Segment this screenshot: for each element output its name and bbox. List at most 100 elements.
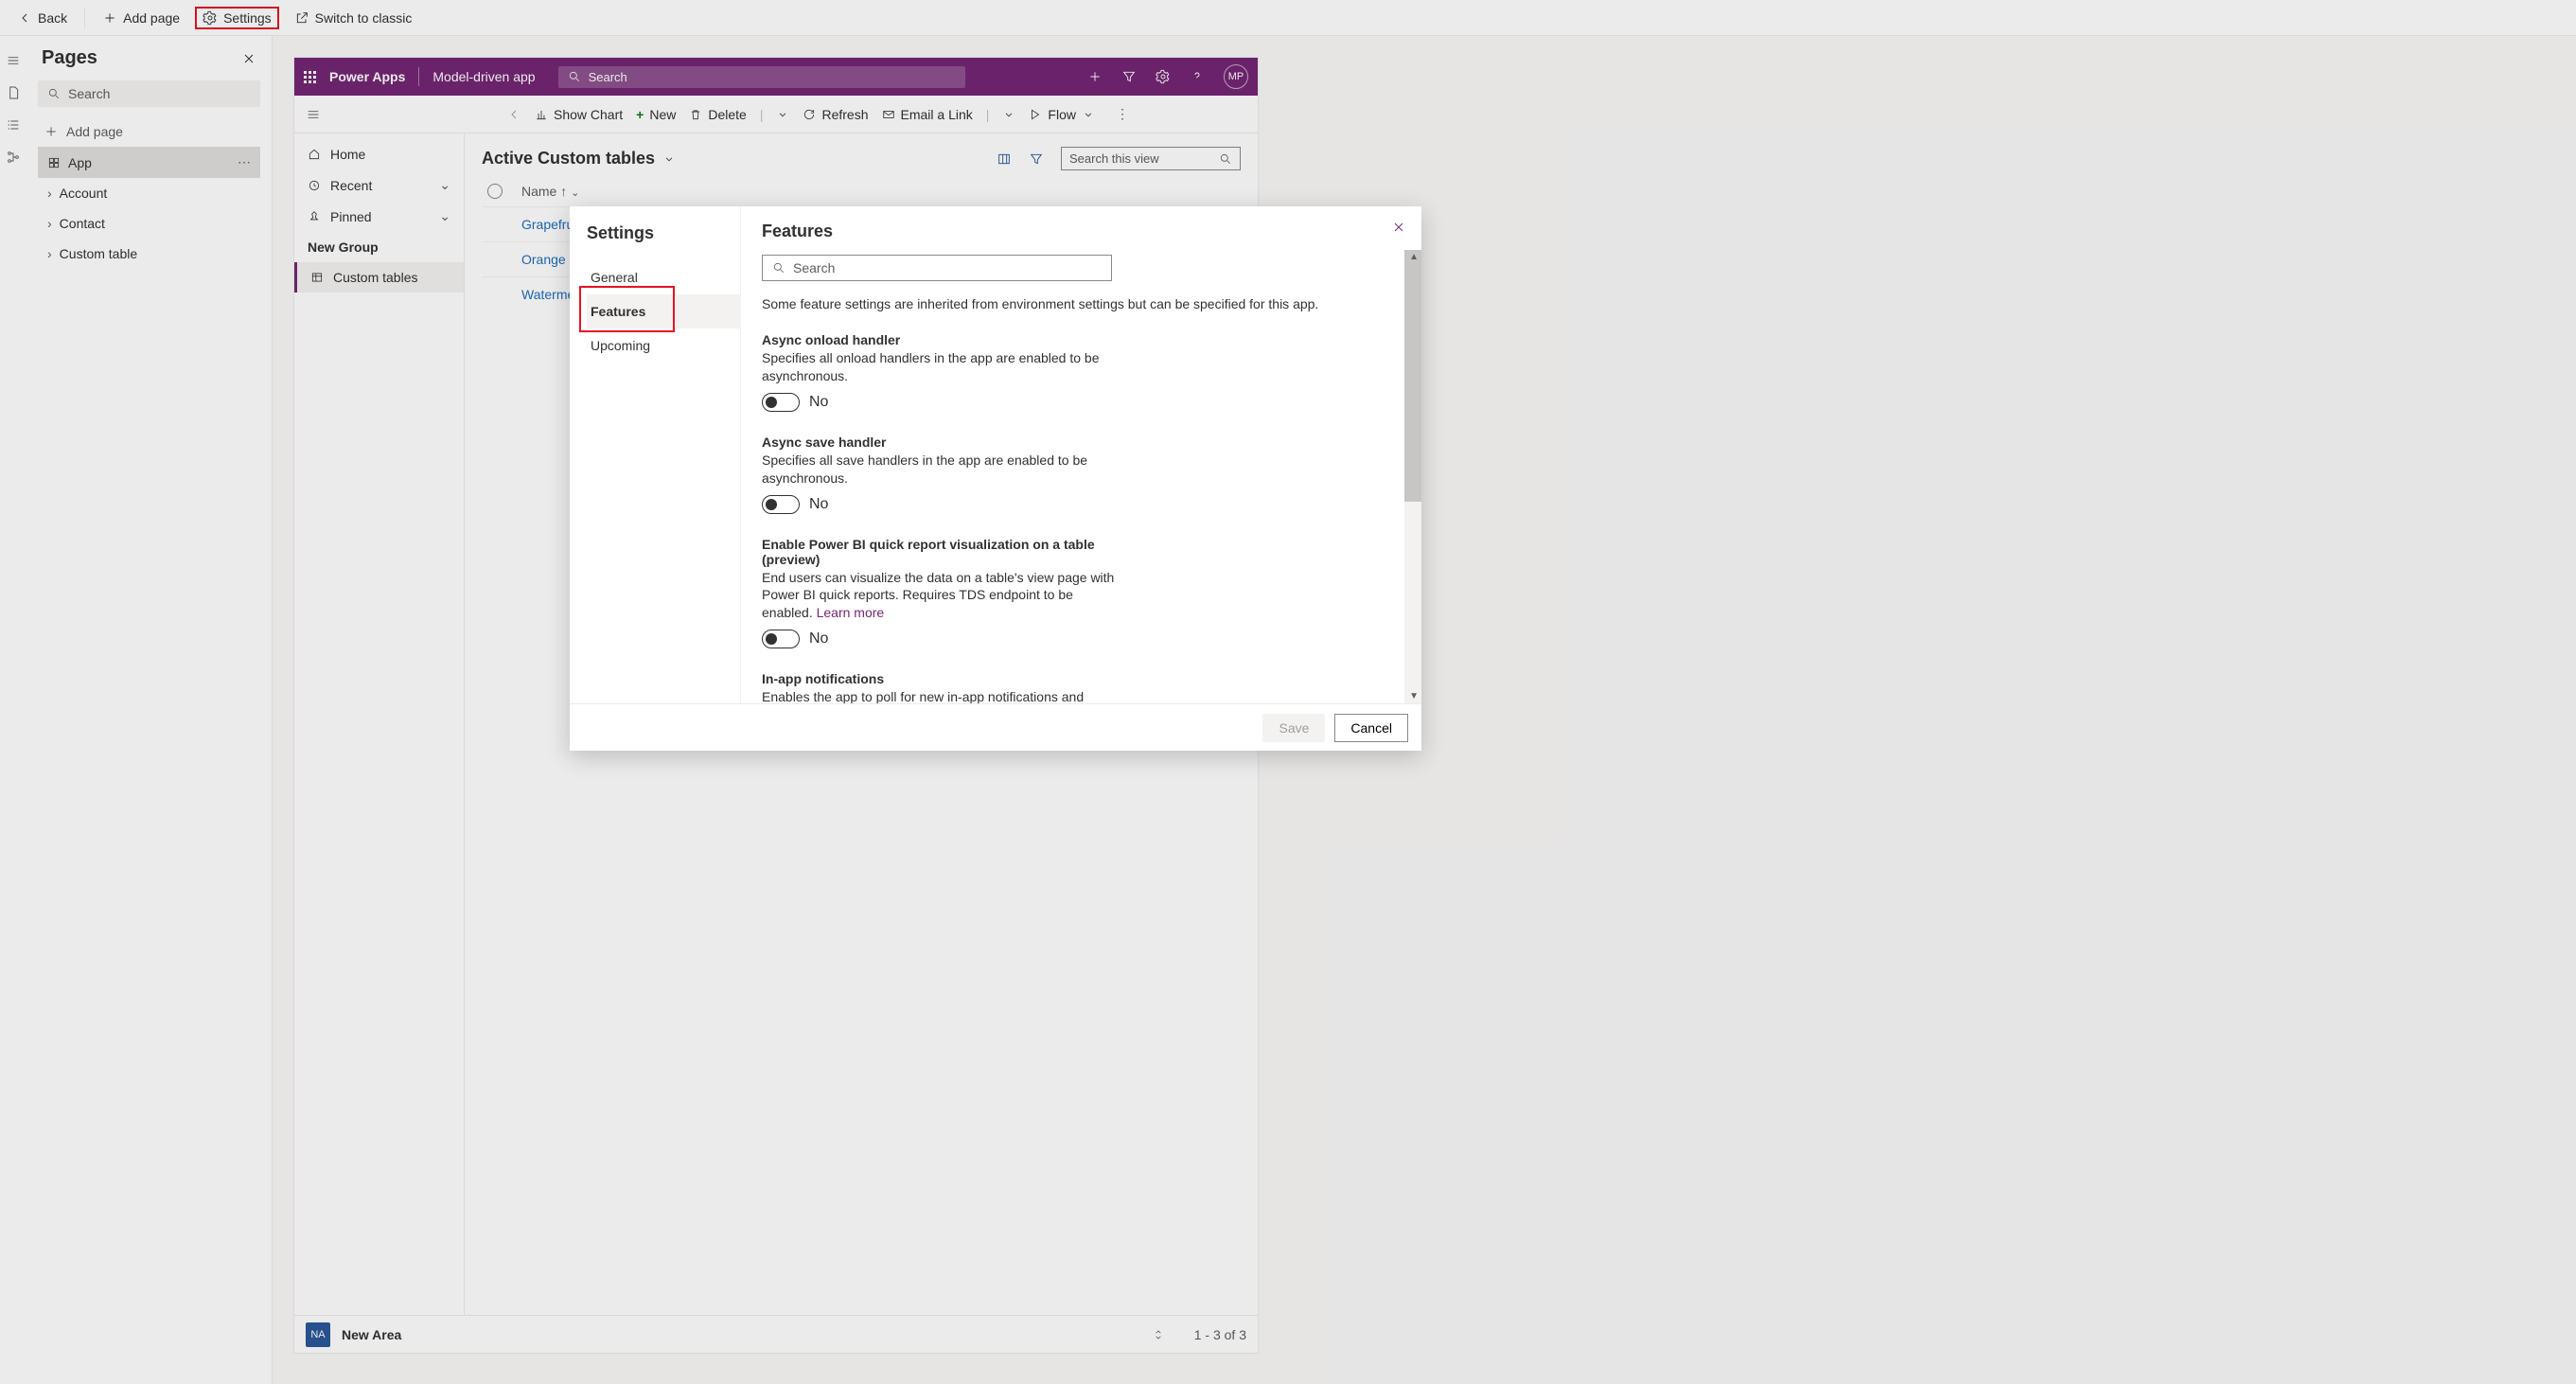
new-button[interactable]: + New <box>636 107 676 122</box>
settings-tab-general[interactable]: General <box>587 260 740 294</box>
designer-command-bar: Back Add page Settings Switch to classic <box>0 0 2576 36</box>
add-page-label: Add page <box>123 10 180 26</box>
chevron-down-icon: ⌄ <box>439 208 450 224</box>
search-icon <box>47 87 61 100</box>
feature-desc: Enables the app to poll for new in-app n… <box>762 688 1121 703</box>
scroll-up-icon[interactable]: ▲ <box>1409 252 1419 262</box>
delete-label: Delete <box>708 107 746 122</box>
delete-button[interactable]: Delete <box>689 107 746 122</box>
save-button: Save <box>1262 714 1325 742</box>
view-title-text: Active Custom tables <box>482 149 655 169</box>
page-icon[interactable] <box>6 85 21 100</box>
app-footer: NA New Area 1 - 3 of 3 <box>294 1315 1258 1353</box>
nav-group-label: New Group <box>294 232 464 262</box>
pages-add-label: Add page <box>66 124 123 139</box>
funnel-icon[interactable] <box>1121 69 1137 84</box>
page-item-custom-table[interactable]: › Custom table <box>38 239 260 269</box>
nav-recent[interactable]: Recent ⌄ <box>294 169 464 201</box>
page-item-contact[interactable]: › Contact <box>38 208 260 239</box>
page-label: Account <box>60 186 108 201</box>
settings-search-ph: Search <box>793 260 835 275</box>
flow-button[interactable]: Flow <box>1029 107 1095 122</box>
nav-pinned[interactable]: Pinned ⌄ <box>294 201 464 232</box>
view-title[interactable]: Active Custom tables <box>482 149 676 169</box>
feature-title: Enable Power BI quick report visualizati… <box>762 537 1121 567</box>
refresh-button[interactable]: Refresh <box>803 107 868 122</box>
col-name[interactable]: Name ↑ ⌄ <box>521 184 579 199</box>
more-icon[interactable]: ⋮ <box>1116 106 1129 122</box>
add-page-button[interactable]: Add page <box>95 7 187 29</box>
close-icon[interactable] <box>241 51 256 66</box>
page-label: App <box>68 155 92 170</box>
chart-icon <box>535 108 548 121</box>
tree-icon[interactable] <box>6 150 21 165</box>
chevron-down-icon <box>662 152 676 166</box>
pages-search[interactable]: Search <box>38 80 260 107</box>
help-icon[interactable] <box>1190 69 1205 84</box>
hamburger-icon[interactable] <box>306 107 321 122</box>
waffle-icon[interactable] <box>304 71 316 83</box>
more-icon[interactable]: ⋯ <box>238 154 251 170</box>
plus-icon[interactable] <box>1087 69 1103 84</box>
toggle-value: No <box>809 630 828 648</box>
settings-button[interactable]: Settings <box>195 7 279 29</box>
email-link-button[interactable]: Email a Link <box>882 107 973 122</box>
feature-desc: Specifies all onload handlers in the app… <box>762 349 1121 385</box>
list-icon[interactable] <box>6 117 21 133</box>
close-button[interactable] <box>1387 216 1410 241</box>
nav-home[interactable]: Home <box>294 139 464 169</box>
chevron-down-icon[interactable] <box>776 108 789 121</box>
show-chart-label: Show Chart <box>554 107 623 122</box>
scroll-down-icon[interactable]: ▼ <box>1409 691 1419 701</box>
view-search[interactable]: Search this view <box>1061 147 1241 170</box>
flow-icon <box>1029 108 1042 121</box>
gear-icon[interactable] <box>1156 69 1171 84</box>
nav-custom-tables[interactable]: Custom tables <box>294 262 464 293</box>
area-switcher-icon[interactable] <box>1151 1327 1166 1342</box>
avatar[interactable]: MP <box>1224 64 1248 89</box>
arrow-left-icon[interactable] <box>506 107 521 122</box>
pin-icon <box>308 210 321 223</box>
pages-add-page[interactable]: Add page <box>38 116 260 147</box>
toggle-powerbi[interactable] <box>762 630 800 648</box>
toggle-async-onload[interactable] <box>762 393 800 412</box>
avatar-initials: MP <box>1228 71 1244 82</box>
learn-more-link[interactable]: Learn more <box>817 605 885 620</box>
hamburger-icon[interactable] <box>6 53 21 68</box>
chevron-down-icon[interactable] <box>1002 108 1015 121</box>
nav-label: Pinned <box>330 209 372 224</box>
global-search[interactable]: Search <box>558 66 965 88</box>
chevron-right-icon: › <box>47 246 52 261</box>
chevron-right-icon: › <box>47 216 52 231</box>
left-tool-rail <box>0 36 26 1384</box>
feature-title: Async save handler <box>762 435 1121 450</box>
page-item-account[interactable]: › Account <box>38 178 260 208</box>
edit-columns-icon[interactable] <box>997 151 1012 167</box>
feature-powerbi: Enable Power BI quick report visualizati… <box>762 537 1121 649</box>
show-chart-button[interactable]: Show Chart <box>535 107 623 122</box>
separator: | <box>986 107 990 122</box>
flow-label: Flow <box>1048 107 1076 122</box>
app-side-nav: Home Recent ⌄ Pinned ⌄ <box>294 133 465 1353</box>
toggle-async-save[interactable] <box>762 495 800 514</box>
settings-search[interactable]: Search <box>762 255 1112 281</box>
record-count: 1 - 3 of 3 <box>1194 1327 1246 1342</box>
search-icon <box>1219 152 1232 166</box>
feature-inapp-notifications: In-app notifications Enables the app to … <box>762 671 1121 703</box>
separator: | <box>760 107 764 122</box>
select-all-checkbox[interactable] <box>487 184 503 199</box>
arrow-left-icon <box>17 10 32 26</box>
settings-tab-upcoming[interactable]: Upcoming <box>587 328 740 363</box>
back-button[interactable]: Back <box>9 7 75 29</box>
settings-tab-features[interactable]: Features <box>587 294 740 328</box>
page-item-app[interactable]: App ⋯ <box>38 147 260 178</box>
area-badge: NA <box>306 1322 330 1347</box>
clock-icon <box>308 179 321 192</box>
switch-classic-button[interactable]: Switch to classic <box>287 7 420 29</box>
switch-label: Switch to classic <box>315 10 413 26</box>
settings-panel: Settings General Features Upcoming Featu… <box>570 206 1421 751</box>
cancel-button[interactable]: Cancel <box>1334 714 1408 742</box>
scrollbar-thumb[interactable] <box>1404 250 1421 502</box>
funnel-icon[interactable] <box>1029 151 1044 167</box>
feature-desc: End users can visualize the data on a ta… <box>762 569 1121 623</box>
